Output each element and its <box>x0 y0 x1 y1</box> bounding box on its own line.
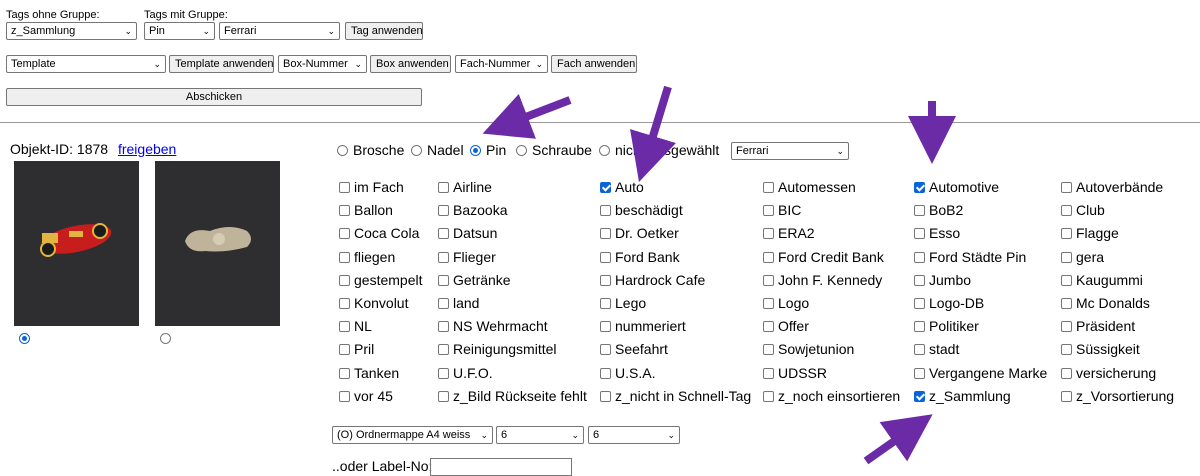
arrow-z-sammlung <box>863 414 933 465</box>
arrow-auto <box>630 85 676 182</box>
arrow-pin <box>482 93 572 139</box>
annotation-arrows <box>482 85 956 465</box>
